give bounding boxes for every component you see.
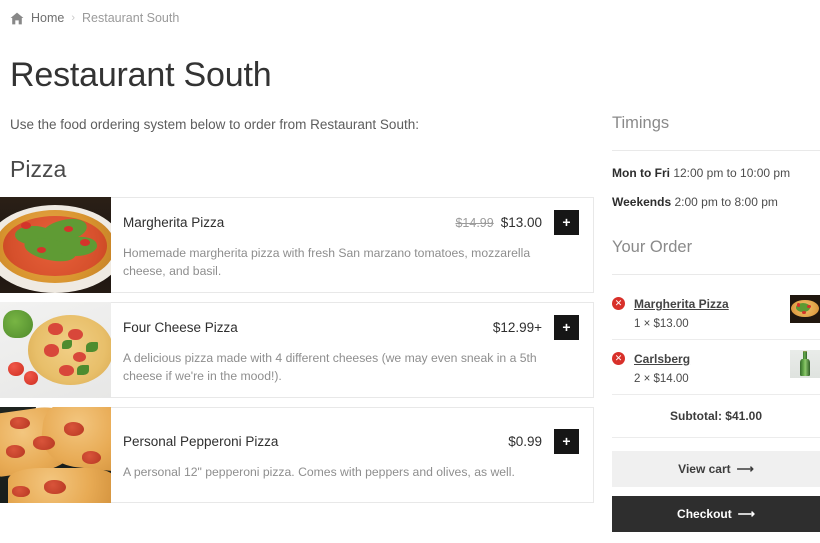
menu-item-name: Four Cheese Pizza [123,320,486,335]
menu-item-price-group: $14.99 $13.00 [455,215,542,230]
timings-divider [612,150,820,151]
menu-item-card: Personal Pepperoni Pizza $0.99 + A perso… [0,407,594,503]
menu-item-description: Homemade margherita pizza with fresh San… [113,244,593,281]
cart-item-link[interactable]: Carlsberg [634,352,690,366]
menu-item-name: Personal Pepperoni Pizza [123,434,501,449]
carlsberg-bottle-thumb [790,350,820,378]
view-cart-label: View cart [678,462,730,476]
your-order-title: Your Order [612,238,820,257]
page-layout: Restaurant South Use the food ordering s… [0,25,820,532]
menu-item-name: Margherita Pizza [123,215,455,230]
cart-item-qty-price: 2 × $14.00 [634,373,784,385]
menu-item-old-price: $14.99 [455,216,493,230]
menu-item-price: $12.99+ [493,320,542,335]
menu-item-price: $13.00 [501,215,542,230]
intro-text: Use the food ordering system below to or… [10,117,594,132]
page-title: Restaurant South [10,56,594,95]
cart-item-link[interactable]: Margherita Pizza [634,297,729,311]
remove-item-icon[interactable]: ✕ [612,352,625,365]
main-content: Restaurant South Use the food ordering s… [0,25,612,512]
personal-pepperoni-pizza-photo [0,407,111,503]
menu-item-description: A personal 12" pepperoni pizza. Comes wi… [113,463,593,481]
breadcrumb-current: Restaurant South [82,11,179,25]
margherita-pizza-photo [0,197,111,293]
remove-item-icon[interactable]: ✕ [612,297,625,310]
sidebar: Timings Mon to Fri 12:00 pm to 10:00 pm … [612,25,820,532]
cart-item-qty-price: 1 × $13.00 [634,318,784,330]
add-to-cart-button[interactable]: + [554,210,579,235]
menu-item-card: Margherita Pizza $14.99 $13.00 + Homemad… [0,197,594,293]
section-title-pizza: Pizza [10,156,594,183]
breadcrumb-home-link[interactable]: Home [31,11,64,25]
menu-item-card: Four Cheese Pizza $12.99+ + A delicious … [0,302,594,398]
menu-item-price: $0.99 [508,434,542,449]
timing-row: Mon to Fri 12:00 pm to 10:00 pm [612,166,820,180]
cart-item-list: ✕ Margherita Pizza 1 × $13.00 ✕ [612,285,820,532]
cart-item: ✕ Margherita Pizza 1 × $13.00 [612,285,820,339]
menu-item-price-group: $12.99+ [486,320,542,335]
menu-item-header: Four Cheese Pizza $12.99+ + [113,315,593,340]
four-cheese-pizza-photo [0,302,111,398]
timing-hours: 12:00 pm to 10:00 pm [670,166,790,180]
arrow-right-icon: ⟶ [737,462,754,476]
breadcrumb-separator: › [71,12,75,24]
cart-item-text: Margherita Pizza 1 × $13.00 [625,295,784,330]
menu-item-description: A delicious pizza made with 4 different … [113,349,593,386]
timing-hours: 2:00 pm to 8:00 pm [671,195,778,209]
menu-item-price-group: $0.99 [501,434,542,449]
subtotal-divider-bottom [612,437,820,438]
add-to-cart-button[interactable]: + [554,429,579,454]
timing-day: Mon to Fri [612,166,670,180]
timings-title: Timings [612,114,820,133]
checkout-button[interactable]: Checkout ⟶ [612,496,820,532]
cart-subtotal: Subtotal: $41.00 [612,395,820,437]
timing-day: Weekends [612,195,671,209]
menu-item-header: Margherita Pizza $14.99 $13.00 + [113,210,593,235]
cart-item: ✕ Carlsberg 2 × $14.00 [612,340,820,394]
menu-item-header: Personal Pepperoni Pizza $0.99 + [113,429,593,454]
arrow-right-icon: ⟶ [738,507,755,521]
home-icon[interactable] [10,12,24,25]
menu-item-list: Margherita Pizza $14.99 $13.00 + Homemad… [10,197,594,503]
breadcrumb: Home › Restaurant South [0,0,820,25]
order-divider [612,274,820,275]
add-to-cart-button[interactable]: + [554,315,579,340]
timing-row: Weekends 2:00 pm to 8:00 pm [612,195,820,209]
checkout-label: Checkout [677,507,732,521]
view-cart-button[interactable]: View cart ⟶ [612,451,820,487]
cart-item-text: Carlsberg 2 × $14.00 [625,350,784,385]
margherita-thumb [790,295,820,323]
